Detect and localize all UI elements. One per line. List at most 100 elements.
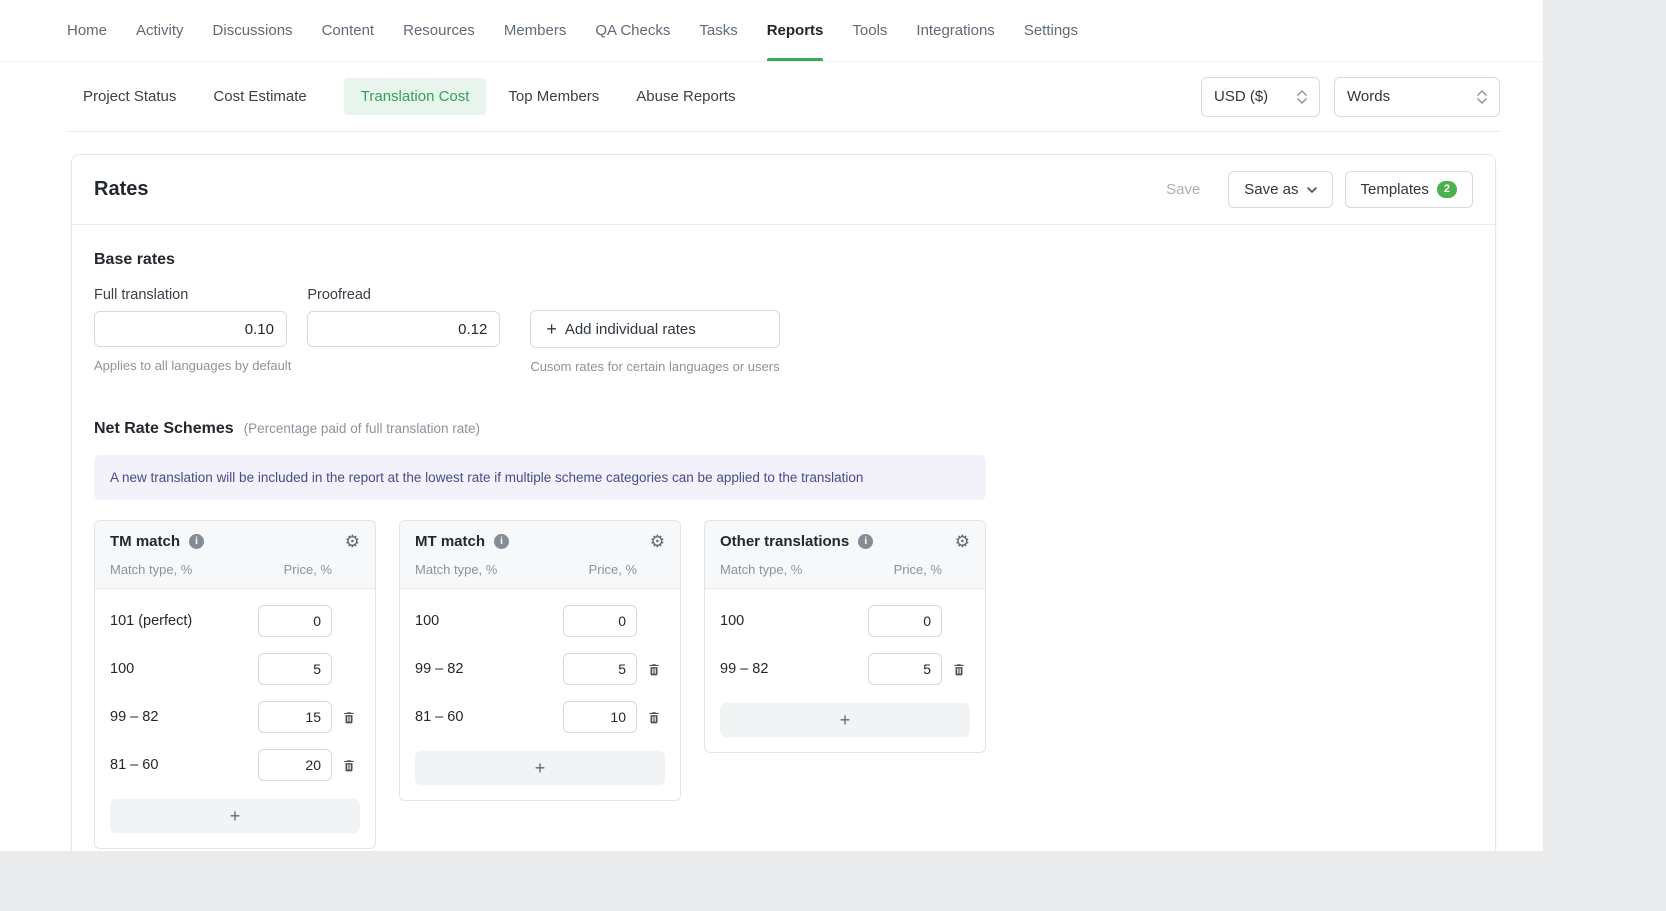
price-input[interactable] — [868, 653, 942, 685]
save-button-label: Save — [1166, 181, 1200, 198]
price-input[interactable] — [258, 653, 332, 685]
match-type-column-header: Match type, % — [415, 562, 497, 577]
scheme-header: Other translations i ⚙ Match type, % Pri… — [705, 521, 985, 589]
nav-item-resources[interactable]: Resources — [403, 0, 475, 61]
top-navigation: Home Activity Discussions Content Resour… — [0, 0, 1543, 62]
proofread-input[interactable] — [307, 311, 500, 347]
delete-row-button[interactable] — [645, 660, 663, 679]
scheme-card-other-translations: Other translations i ⚙ Match type, % Pri… — [704, 520, 986, 753]
individual-rates-hint: Cusom rates for certain languages or use… — [530, 359, 779, 374]
save-as-button[interactable]: Save as — [1228, 171, 1332, 208]
match-range-label: 81 – 60 — [110, 757, 258, 773]
table-row: 100 — [415, 597, 665, 645]
match-range-label: 101 (perfect) — [110, 613, 258, 629]
scheme-header: TM match i ⚙ Match type, % Price, % — [95, 521, 375, 589]
price-input[interactable] — [868, 605, 942, 637]
nav-item-integrations[interactable]: Integrations — [916, 0, 994, 61]
rates-card: Rates Save Save as Templates 2 B — [71, 154, 1496, 851]
scheme-rows: 100 99 – 82 — [705, 589, 985, 693]
delete-row-button[interactable] — [340, 756, 358, 775]
price-input[interactable] — [258, 749, 332, 781]
price-input[interactable] — [563, 701, 637, 733]
nav-item-activity[interactable]: Activity — [136, 0, 184, 61]
price-input[interactable] — [258, 701, 332, 733]
save-as-button-label: Save as — [1244, 181, 1298, 198]
nav-item-settings[interactable]: Settings — [1024, 0, 1078, 61]
tab-translation-cost[interactable]: Translation Cost — [344, 78, 487, 115]
gear-icon[interactable]: ⚙ — [650, 533, 665, 550]
delete-row-button[interactable] — [645, 708, 663, 727]
gear-icon[interactable]: ⚙ — [955, 533, 970, 550]
lowest-rate-info-banner: A new translation will be included in th… — [94, 455, 986, 500]
full-translation-label: Full translation — [94, 287, 291, 303]
nav-item-qa-checks[interactable]: QA Checks — [595, 0, 670, 61]
scheme-card-tm-match: TM match i ⚙ Match type, % Price, % — [94, 520, 376, 849]
table-row: 99 – 82 — [415, 645, 665, 693]
table-row: 99 – 82 — [110, 693, 360, 741]
match-range-label: 100 — [720, 613, 868, 629]
price-column-header: Price, % — [894, 562, 942, 577]
plus-icon: + — [546, 320, 557, 338]
delete-row-button[interactable] — [950, 660, 968, 679]
add-row-button[interactable]: + — [110, 799, 360, 833]
scheme-rows: 100 99 – 82 81 – 60 — [400, 589, 680, 741]
rates-card-body: Base rates Full translation Applies to a… — [72, 225, 1495, 851]
table-row: 81 – 60 — [110, 741, 360, 789]
info-icon[interactable]: i — [858, 534, 873, 549]
currency-select-value: USD ($) — [1214, 88, 1268, 105]
tab-top-members[interactable]: Top Members — [508, 88, 599, 105]
gear-icon[interactable]: ⚙ — [345, 533, 360, 550]
proofread-field: Proofread — [307, 287, 500, 347]
nav-item-discussions[interactable]: Discussions — [213, 0, 293, 61]
scheme-title: TM match — [110, 533, 180, 550]
scheme-header: MT match i ⚙ Match type, % Price, % — [400, 521, 680, 589]
nav-item-tasks[interactable]: Tasks — [699, 0, 737, 61]
price-input[interactable] — [563, 605, 637, 637]
price-input[interactable] — [563, 653, 637, 685]
match-range-label: 99 – 82 — [720, 661, 868, 677]
report-filters: USD ($) Words — [1201, 77, 1500, 117]
full-translation-input[interactable] — [94, 311, 287, 347]
scheme-cards: TM match i ⚙ Match type, % Price, % — [94, 520, 1473, 849]
save-button[interactable]: Save — [1150, 171, 1216, 208]
tab-abuse-reports[interactable]: Abuse Reports — [636, 88, 735, 105]
individual-rates-col: + Add individual rates Cusom rates for c… — [530, 287, 779, 374]
trash-icon — [647, 710, 661, 725]
net-rate-schemes-heading-row: Net Rate Schemes (Percentage paid of ful… — [94, 420, 1473, 438]
templates-button[interactable]: Templates 2 — [1345, 171, 1474, 208]
base-rates-fields: Full translation Applies to all language… — [94, 287, 1473, 374]
delete-row-button[interactable] — [340, 708, 358, 727]
table-row: 99 – 82 — [720, 645, 970, 693]
nav-item-members[interactable]: Members — [504, 0, 567, 61]
net-rate-schemes-subheading: (Percentage paid of full translation rat… — [244, 421, 480, 436]
table-row: 100 — [720, 597, 970, 645]
info-icon[interactable]: i — [494, 534, 509, 549]
nav-item-content[interactable]: Content — [322, 0, 375, 61]
nav-item-reports[interactable]: Reports — [767, 0, 824, 61]
nav-item-tools[interactable]: Tools — [852, 0, 887, 61]
tab-project-status[interactable]: Project Status — [83, 88, 176, 105]
scheme-rows: 101 (perfect) 100 99 – 82 — [95, 589, 375, 789]
price-input[interactable] — [258, 605, 332, 637]
trash-icon — [647, 662, 661, 677]
add-row-button[interactable]: + — [415, 751, 665, 785]
templates-button-label: Templates — [1361, 181, 1429, 198]
add-individual-rates-button[interactable]: + Add individual rates — [530, 310, 779, 348]
price-column-header: Price, % — [589, 562, 637, 577]
add-row-button[interactable]: + — [720, 703, 970, 737]
currency-select[interactable]: USD ($) — [1201, 77, 1320, 117]
info-icon[interactable]: i — [189, 534, 204, 549]
table-row: 100 — [110, 645, 360, 693]
table-row: 101 (perfect) — [110, 597, 360, 645]
select-updown-icon — [1297, 90, 1307, 104]
scheme-title: MT match — [415, 533, 485, 550]
match-range-label: 99 – 82 — [110, 709, 258, 725]
tab-cost-estimate[interactable]: Cost Estimate — [213, 88, 306, 105]
rates-card-header: Rates Save Save as Templates 2 — [72, 155, 1495, 225]
page-title: Rates — [94, 178, 148, 201]
add-individual-rates-label: Add individual rates — [565, 321, 696, 338]
unit-select[interactable]: Words — [1334, 77, 1500, 117]
scheme-card-mt-match: MT match i ⚙ Match type, % Price, % — [399, 520, 681, 801]
nav-item-home[interactable]: Home — [67, 0, 107, 61]
scheme-title: Other translations — [720, 533, 849, 550]
